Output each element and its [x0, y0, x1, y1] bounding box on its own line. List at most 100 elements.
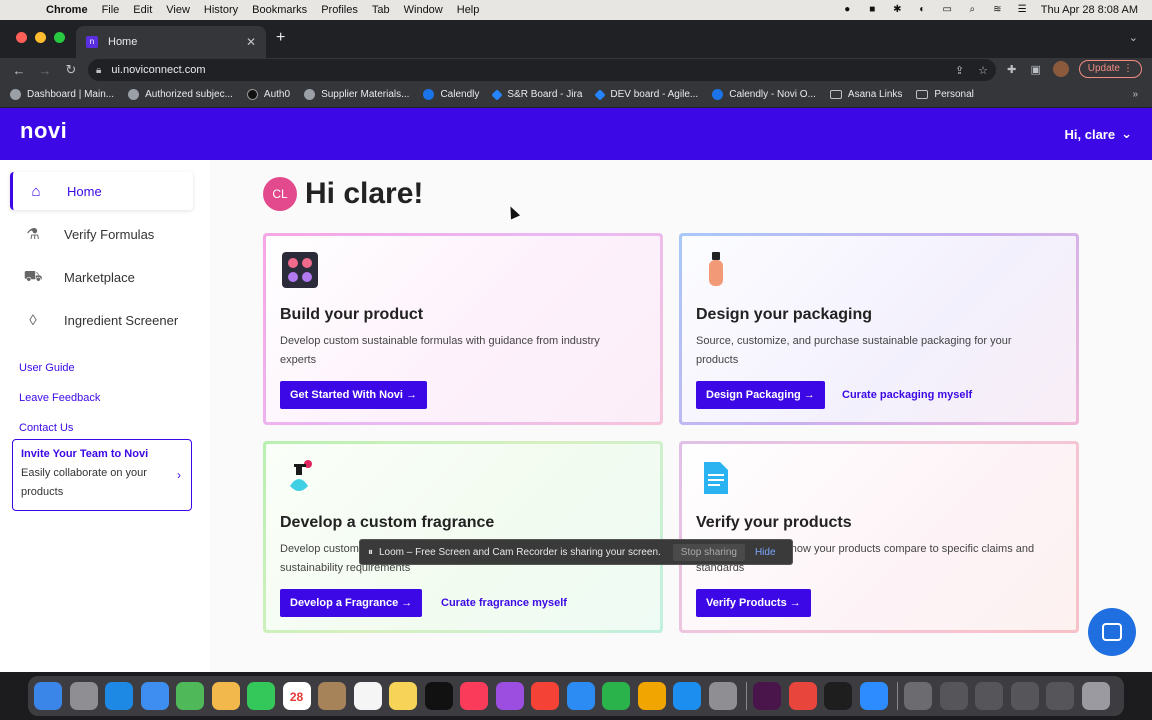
- slack-icon[interactable]: [753, 682, 781, 710]
- finder-icon[interactable]: [34, 682, 62, 710]
- tab-close-icon[interactable]: ✕: [246, 35, 256, 49]
- bookmark-calendly-novi[interactable]: Calendly - Novi O...: [712, 89, 816, 100]
- update-button[interactable]: Update ⋮: [1078, 60, 1142, 78]
- butterfly-icon[interactable]: ✱: [891, 4, 904, 16]
- sidebar-item-label: Marketplace: [64, 269, 135, 285]
- contacts-icon[interactable]: [318, 682, 346, 710]
- bookmark-sr-board[interactable]: S&R Board - Jira: [491, 88, 582, 101]
- podcasts-icon[interactable]: [495, 682, 524, 710]
- maps-icon[interactable]: [176, 682, 204, 710]
- maximize-window-button[interactable]: [54, 32, 65, 43]
- chrome-icon[interactable]: [788, 682, 817, 710]
- bookmark-authorized[interactable]: Authorized subjec...: [128, 89, 233, 100]
- get-started-button[interactable]: Get Started With Novi →: [280, 381, 428, 409]
- curate-fragrance-link[interactable]: Curate fragrance myself: [441, 589, 567, 617]
- sidebar-item-verify-formulas[interactable]: ⚗ Verify Formulas: [10, 215, 193, 253]
- control-center-icon[interactable]: ☰: [1016, 4, 1029, 16]
- profile-avatar[interactable]: [1052, 61, 1069, 77]
- develop-fragrance-button[interactable]: Develop a Fragrance →: [280, 589, 423, 617]
- user-menu[interactable]: Hi, clare ⌄: [1065, 126, 1133, 142]
- novi-logo[interactable]: novi: [20, 118, 67, 144]
- user-guide-link[interactable]: User Guide: [19, 362, 75, 374]
- new-tab-icon[interactable]: +: [276, 29, 285, 47]
- sidebar-item-ingredient-screener[interactable]: ◊ Ingredient Screener: [10, 301, 193, 339]
- url-text[interactable]: ui.noviconnect.com: [111, 64, 205, 76]
- stop-sharing-button[interactable]: Stop sharing: [672, 543, 745, 561]
- downloads-folder-icon[interactable]: [904, 682, 932, 710]
- tab-search-chevron-icon[interactable]: ⌄: [1129, 31, 1138, 44]
- address-bar[interactable]: 🔒︎ ui.noviconnect.com ⇪ ☆: [88, 59, 996, 81]
- launchpad-icon[interactable]: [69, 682, 98, 710]
- keynote-icon[interactable]: [566, 682, 595, 710]
- menu-tab[interactable]: Tab: [372, 4, 390, 16]
- menu-view[interactable]: View: [166, 4, 190, 16]
- appletv-icon[interactable]: [424, 682, 453, 710]
- menu-app-name[interactable]: Chrome: [46, 4, 88, 16]
- bookmark-star-icon[interactable]: ☆: [978, 64, 988, 77]
- bookmark-asana-links[interactable]: Asana Links: [829, 89, 902, 100]
- bookmark-supplier[interactable]: Supplier Materials...: [304, 89, 409, 100]
- pages-icon[interactable]: [637, 682, 666, 710]
- menu-window[interactable]: Window: [404, 4, 443, 16]
- bookmark-calendly[interactable]: Calendly: [423, 89, 479, 100]
- wifi-icon[interactable]: ≋: [991, 4, 1004, 16]
- bookmark-dashboard[interactable]: Dashboard | Main...: [10, 89, 114, 100]
- contact-us-link[interactable]: Contact Us: [19, 422, 73, 434]
- spotlight-icon[interactable]: ⌕: [966, 4, 979, 16]
- close-window-button[interactable]: [16, 32, 27, 43]
- recent-window-icon[interactable]: [1046, 682, 1074, 710]
- invite-team-card[interactable]: Invite Your Team to Novi Easily collabor…: [12, 439, 192, 511]
- photos-icon[interactable]: [211, 682, 240, 710]
- microphone-icon[interactable]: ●: [841, 4, 854, 16]
- zoom-icon[interactable]: [859, 682, 888, 710]
- menu-history[interactable]: History: [204, 4, 238, 16]
- battery-icon[interactable]: ▭: [941, 4, 954, 16]
- menu-profiles[interactable]: Profiles: [321, 4, 358, 16]
- app-store-icon[interactable]: [673, 682, 701, 710]
- browser-tab-home[interactable]: n Home ✕: [76, 26, 266, 58]
- reminders-icon[interactable]: [353, 682, 382, 710]
- recent-window-icon[interactable]: [1010, 682, 1039, 710]
- menu-file[interactable]: File: [102, 4, 120, 16]
- verify-products-button[interactable]: Verify Products →: [696, 589, 811, 617]
- notes-icon[interactable]: [389, 682, 417, 710]
- menu-edit[interactable]: Edit: [133, 4, 152, 16]
- system-preferences-icon[interactable]: [708, 682, 737, 710]
- pause-icon[interactable]: ⏸︎: [368, 547, 373, 558]
- sidebar-item-marketplace[interactable]: ⛟ Marketplace: [10, 258, 193, 296]
- bookmark-personal[interactable]: Personal: [916, 89, 974, 100]
- calendar-icon[interactable]: 28: [282, 682, 311, 710]
- design-packaging-button[interactable]: Design Packaging →: [696, 381, 825, 409]
- menu-bookmarks[interactable]: Bookmarks: [252, 4, 307, 16]
- bookmarks-more-icon[interactable]: »: [1132, 89, 1138, 100]
- curate-packaging-link[interactable]: Curate packaging myself: [842, 381, 972, 409]
- sidebar-item-home[interactable]: ⌂ Home: [10, 172, 193, 210]
- mail-icon[interactable]: [140, 682, 169, 710]
- music-icon[interactable]: [460, 682, 488, 710]
- bookmark-dev-board[interactable]: DEV board - Agile...: [594, 88, 698, 101]
- trash-icon[interactable]: [1081, 682, 1110, 710]
- minimize-window-button[interactable]: [35, 32, 46, 43]
- menu-help[interactable]: Help: [457, 4, 480, 16]
- figma-icon[interactable]: [824, 682, 852, 710]
- back-arrow-icon[interactable]: ←: [6, 63, 32, 78]
- camera-status-icon[interactable]: ■: [866, 4, 879, 16]
- hide-button[interactable]: Hide: [755, 547, 776, 558]
- menubar-clock[interactable]: Thu Apr 28 8:08 AM: [1041, 4, 1138, 16]
- news-icon[interactable]: [531, 682, 559, 710]
- side-panel-icon[interactable]: ▣: [1029, 63, 1043, 76]
- bookmark-auth0[interactable]: Auth0: [246, 89, 290, 100]
- recent-window-icon[interactable]: [939, 682, 968, 710]
- forward-arrow-icon[interactable]: →: [32, 63, 58, 78]
- share-icon[interactable]: ⇪: [955, 64, 964, 77]
- safari-icon[interactable]: [105, 682, 133, 710]
- recent-window-icon[interactable]: [975, 682, 1003, 710]
- moon-icon[interactable]: ◐: [916, 4, 929, 16]
- leave-feedback-link[interactable]: Leave Feedback: [19, 392, 100, 404]
- chat-support-button[interactable]: [1088, 608, 1136, 656]
- extensions-puzzle-icon[interactable]: ✚: [1005, 63, 1019, 76]
- lock-icon[interactable]: 🔒︎: [96, 65, 101, 76]
- reload-icon[interactable]: ↻: [58, 62, 84, 78]
- facetime-icon[interactable]: [247, 682, 275, 710]
- numbers-icon[interactable]: [602, 682, 630, 710]
